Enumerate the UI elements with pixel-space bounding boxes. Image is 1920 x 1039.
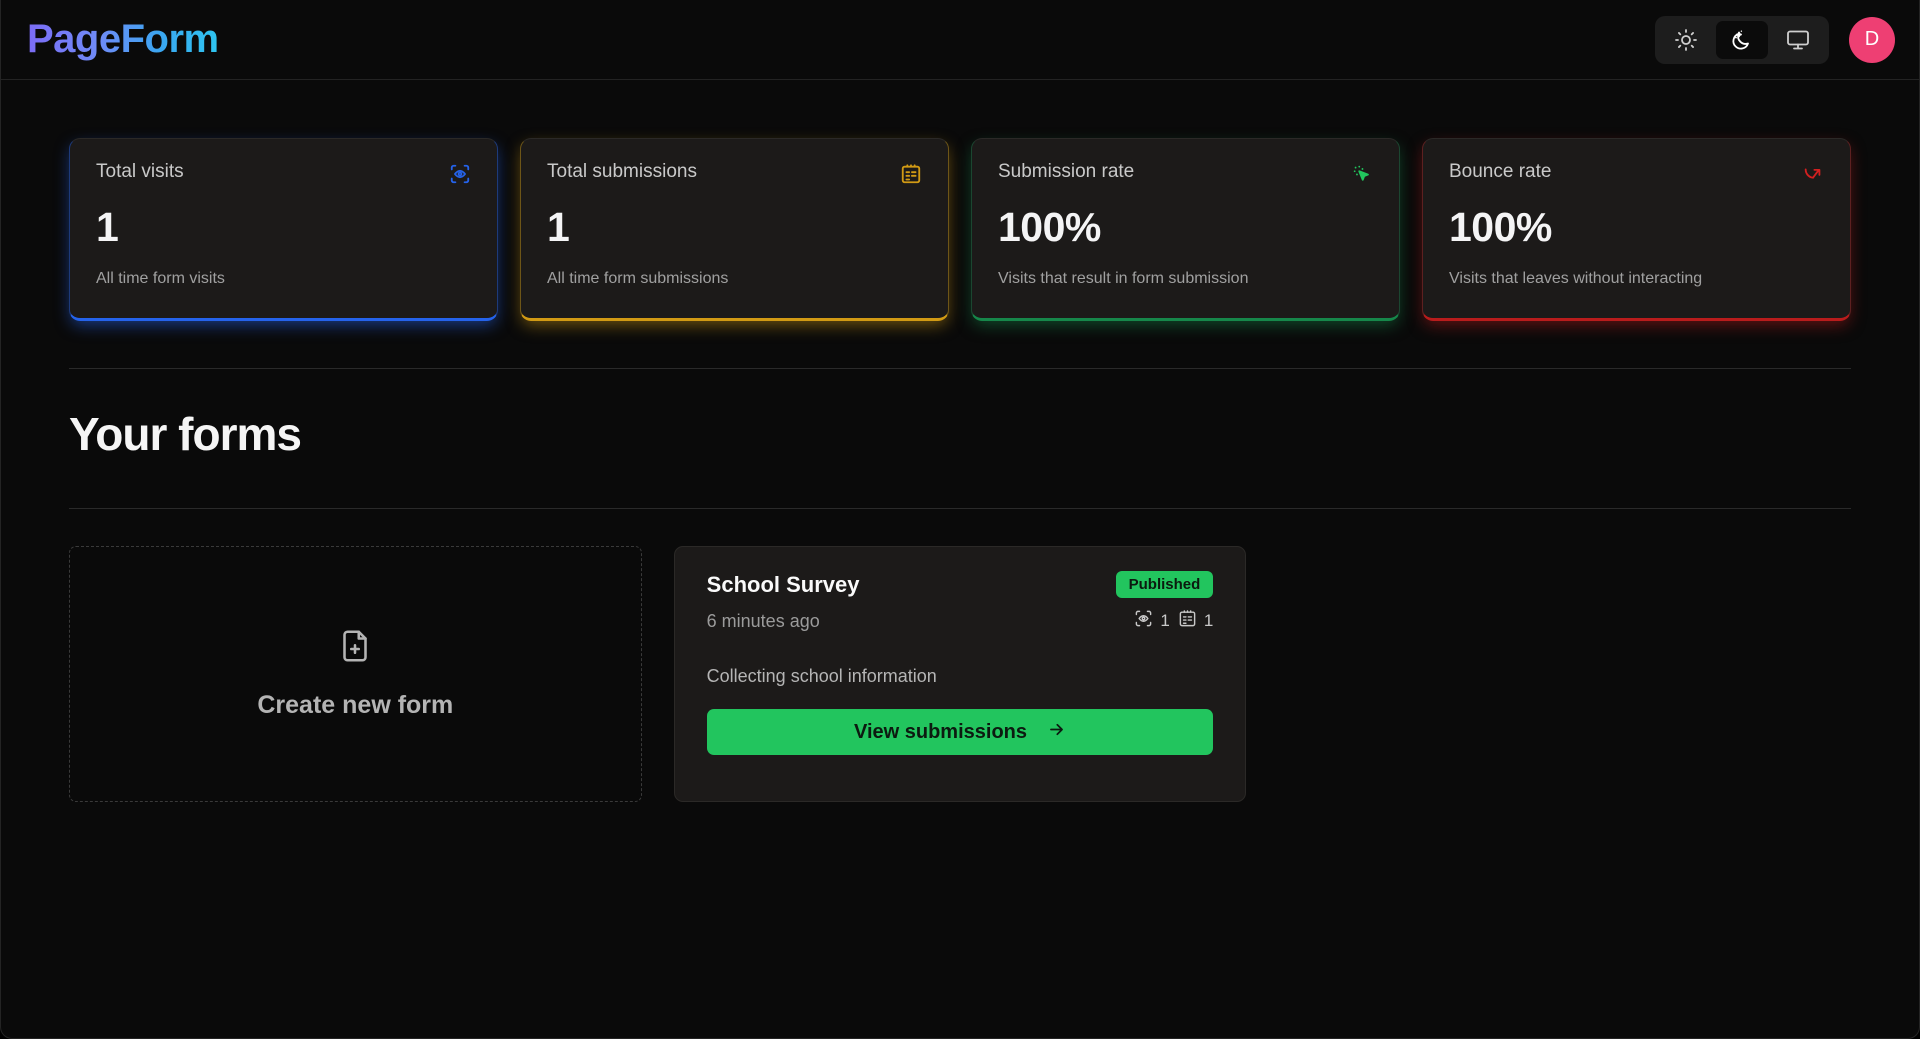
stat-title: Total visits: [96, 161, 184, 183]
submissions-count: 1: [1204, 611, 1213, 631]
stat-subtitle: Visits that leaves without interacting: [1449, 270, 1824, 288]
theme-dark-button[interactable]: [1716, 21, 1768, 59]
section-divider: [69, 368, 1851, 369]
visits-count: 1: [1160, 611, 1169, 631]
theme-light-button[interactable]: [1660, 21, 1712, 59]
stat-title: Submission rate: [998, 161, 1134, 183]
scan-eye-icon: [449, 163, 471, 190]
stat-card-header: Submission rate: [998, 161, 1373, 190]
stat-title: Bounce rate: [1449, 161, 1551, 183]
moon-stars-icon: [1730, 28, 1754, 52]
file-plus-icon: [337, 628, 373, 669]
form-meta-row: 6 minutes ago 1: [707, 609, 1214, 633]
scan-eye-icon: [1134, 609, 1153, 633]
view-submissions-button[interactable]: View submissions: [707, 709, 1214, 755]
status-badge: Published: [1116, 571, 1214, 598]
submissions-count-group: 1: [1178, 609, 1213, 633]
form-card-header: School Survey Published: [707, 571, 1214, 598]
stat-subtitle: All time form visits: [96, 270, 471, 288]
sun-icon: [1674, 28, 1698, 52]
stat-card-header: Total submissions: [547, 161, 922, 190]
stat-card-header: Total visits: [96, 161, 471, 190]
stats-row: Total visits 1 All time form visits Tota…: [69, 138, 1851, 321]
app-logo[interactable]: PageForm: [25, 17, 219, 62]
form-name: School Survey: [707, 572, 860, 598]
forms-grid: Create new form School Survey Published …: [69, 546, 1851, 802]
monitor-icon: [1786, 28, 1810, 52]
page-title: Your forms: [69, 407, 1851, 461]
stat-card-total-submissions: Total submissions 1 All time form submis…: [520, 138, 949, 321]
form-counts: 1 1: [1134, 609, 1213, 633]
form-description: Collecting school information: [707, 666, 1214, 687]
page-content: Total visits 1 All time form visits Tota…: [1, 80, 1919, 802]
theme-system-button[interactable]: [1772, 21, 1824, 59]
stat-card-total-visits: Total visits 1 All time form visits: [69, 138, 498, 321]
visits-count-group: 1: [1134, 609, 1169, 633]
form-clipboard-icon: [1178, 609, 1197, 633]
app-header: PageForm: [1, 0, 1919, 80]
stat-subtitle: Visits that result in form submission: [998, 270, 1373, 288]
stat-card-bounce-rate: Bounce rate 100% Visits that leaves with…: [1422, 138, 1851, 321]
stat-value: 1: [547, 204, 922, 251]
arrow-right-icon: [1047, 720, 1066, 745]
form-card: School Survey Published 6 minutes ago: [674, 546, 1247, 802]
stat-value: 100%: [998, 204, 1373, 251]
title-divider: [69, 508, 1851, 509]
stat-value: 100%: [1449, 204, 1824, 251]
form-updated-time: 6 minutes ago: [707, 611, 820, 632]
create-new-form-card[interactable]: Create new form: [69, 546, 642, 802]
form-clipboard-icon: [900, 163, 922, 190]
create-new-form-label: Create new form: [257, 691, 453, 720]
stat-subtitle: All time form submissions: [547, 270, 922, 288]
stat-title: Total submissions: [547, 161, 697, 183]
stat-card-submission-rate: Submission rate 100% Visits that result …: [971, 138, 1400, 321]
bounce-arrow-icon: [1802, 163, 1824, 190]
header-actions: D: [1655, 16, 1895, 64]
stat-card-header: Bounce rate: [1449, 161, 1824, 190]
stat-value: 1: [96, 204, 471, 251]
theme-switcher: [1655, 16, 1829, 64]
app-window: PageForm: [0, 0, 1920, 1039]
avatar[interactable]: D: [1849, 17, 1895, 63]
mouse-pointer-click-icon: [1351, 163, 1373, 190]
view-submissions-label: View submissions: [854, 721, 1027, 744]
